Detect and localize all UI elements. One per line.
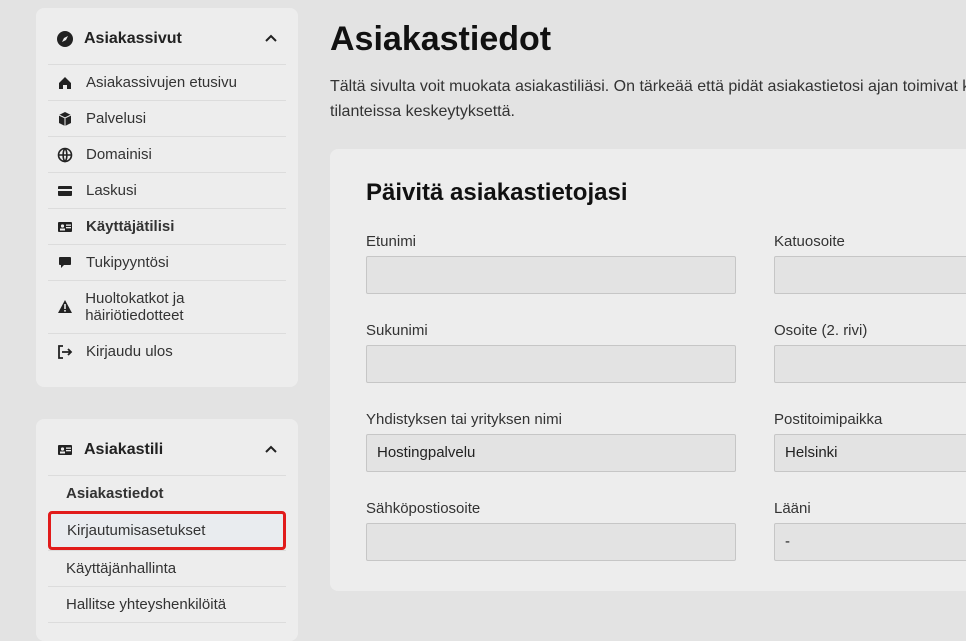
sidebar-section-title: Asiakastili	[84, 441, 264, 459]
sidebar-item-kirjaudu-ulos[interactable]: Kirjaudu ulos	[48, 333, 286, 369]
globe-icon	[56, 147, 74, 163]
sidebar-item-domainisi[interactable]: Domainisi	[48, 136, 286, 172]
input-address2[interactable]	[774, 345, 966, 383]
label-region: Lääni	[774, 500, 966, 517]
sidebar-item-huoltokatkot[interactable]: Huoltokatkot ja häiriötiedotteet	[48, 280, 286, 333]
label-lastname: Sukunimi	[366, 322, 736, 339]
logout-icon	[56, 344, 74, 360]
label-company: Yhdistyksen tai yrityksen nimi	[366, 411, 736, 428]
id-card-icon	[56, 442, 74, 458]
chevron-up-icon	[264, 443, 278, 457]
input-street[interactable]	[774, 256, 966, 294]
sidebar-item-etusivu[interactable]: Asiakassivujen etusivu	[48, 64, 286, 100]
sidebar-item-label: Käyttäjätilisi	[86, 218, 174, 235]
sidebar-item-label: Palvelusi	[86, 110, 146, 127]
sidebar-toggle-asiakassivut[interactable]: Asiakassivut	[48, 24, 286, 64]
sidebar-panel-asiakassivut: Asiakassivut Asiakassivujen etusivu Palv…	[36, 8, 298, 387]
subnav-item-kayttajanhallinta[interactable]: Käyttäjänhallinta	[48, 550, 286, 586]
input-lastname[interactable]	[366, 345, 736, 383]
chevron-up-icon	[264, 32, 278, 46]
id-card-icon	[56, 219, 74, 235]
sidebar-item-laskusi[interactable]: Laskusi	[48, 172, 286, 208]
form-title: Päivitä asiakastietojasi	[366, 179, 966, 207]
sidebar-item-label: Domainisi	[86, 146, 152, 163]
label-email: Sähköpostiosoite	[366, 500, 736, 517]
chat-icon	[56, 255, 74, 271]
label-street: Katuosoite	[774, 233, 966, 250]
input-company[interactable]	[366, 434, 736, 472]
label-address2: Osoite (2. rivi)	[774, 322, 966, 339]
sidebar-item-kayttajatilisi[interactable]: Käyttäjätilisi	[48, 208, 286, 244]
subnav-item-asiakastiedot[interactable]: Asiakastiedot	[48, 476, 286, 511]
input-email[interactable]	[366, 523, 736, 561]
sidebar-toggle-asiakastili[interactable]: Asiakastili	[48, 435, 286, 475]
cube-icon	[56, 111, 74, 127]
sidebar-item-label: Laskusi	[86, 182, 137, 199]
subnav-item-kirjautumisasetukset[interactable]: Kirjautumisasetukset	[48, 511, 286, 550]
sidebar-panel-asiakastili: Asiakastili Asiakastiedot Kirjautumisase…	[36, 419, 298, 641]
page-title: Asiakastiedot	[330, 20, 966, 59]
input-city[interactable]	[774, 434, 966, 472]
sidebar-item-tukipyyntosi[interactable]: Tukipyyntösi	[48, 244, 286, 280]
input-firstname[interactable]	[366, 256, 736, 294]
warning-icon	[56, 299, 73, 315]
home-icon	[56, 75, 74, 91]
sidebar-item-label: Tukipyyntösi	[86, 254, 169, 271]
form-panel: Päivitä asiakastietojasi Etunimi Katuoso…	[330, 149, 966, 591]
compass-icon	[56, 31, 74, 47]
sidebar-item-label: Kirjaudu ulos	[86, 343, 173, 360]
sidebar-item-label: Asiakassivujen etusivu	[86, 74, 237, 91]
sidebar-section-title: Asiakassivut	[84, 30, 264, 48]
credit-card-icon	[56, 183, 74, 199]
subnav-item-hallitse-yhteyshenkiloita[interactable]: Hallitse yhteyshenkilöitä	[48, 586, 286, 623]
label-city: Postitoimipaikka	[774, 411, 966, 428]
label-firstname: Etunimi	[366, 233, 736, 250]
sidebar-item-palvelusi[interactable]: Palvelusi	[48, 100, 286, 136]
input-region[interactable]	[774, 523, 966, 561]
sidebar-item-label: Huoltokatkot ja häiriötiedotteet	[85, 290, 278, 324]
page-lead: Tältä sivulta voit muokata asiakastiliäs…	[330, 75, 966, 125]
